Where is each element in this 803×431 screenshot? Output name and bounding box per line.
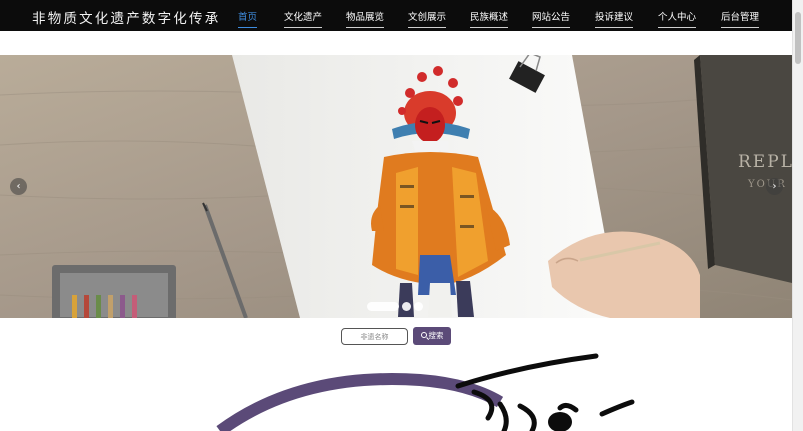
vertical-scrollbar[interactable] (792, 0, 803, 431)
search-button-label: 搜索 (428, 331, 444, 340)
pencil-tin (52, 265, 176, 318)
search-input[interactable] (341, 328, 408, 345)
nav-complaints[interactable]: 投诉建议 (595, 9, 634, 28)
top-navigation-bar: 非物质文化遗产数字化传承 首页 文化遗产 物品展览 文创展示 民族概述 网站公告… (0, 0, 792, 31)
nav-underline (595, 27, 634, 28)
nav-personal-center[interactable]: 个人中心 (658, 9, 697, 28)
carousel-prev-button[interactable]: ‹ (10, 178, 27, 195)
nav-underline (470, 27, 509, 28)
chevron-left-icon: ‹ (16, 181, 21, 192)
banner-carousel: REPL YOUR (0, 55, 792, 318)
nav-item-exhibition[interactable]: 物品展览 (346, 9, 385, 28)
site-title[interactable]: 非物质文化遗产数字化传承 (32, 7, 220, 27)
carousel-dot[interactable] (402, 302, 411, 311)
nav-ethnic-overview[interactable]: 民族概述 (470, 9, 509, 28)
carousel-dot[interactable] (414, 302, 423, 311)
nav-underline (284, 27, 323, 28)
chevron-right-icon: › (772, 181, 777, 192)
nav-creative-display[interactable]: 文创展示 (408, 9, 447, 28)
nav-underline (238, 27, 258, 28)
nav-home[interactable]: 首页 (238, 9, 258, 28)
carousel-dot-active[interactable] (367, 302, 399, 311)
nav-cultural-heritage[interactable]: 文化遗产 (284, 9, 323, 28)
decorative-illustration (216, 353, 635, 431)
nav-underline (658, 27, 697, 28)
nav-underline (532, 27, 571, 28)
book: REPL YOUR (694, 55, 792, 283)
nav-admin[interactable]: 后台管理 (721, 9, 760, 28)
book-title-text: REPL (738, 152, 792, 172)
nav-underline (346, 27, 385, 28)
nav-underline (721, 27, 760, 28)
banner-image: REPL YOUR (0, 55, 792, 318)
nav-underline (408, 27, 447, 28)
nav-announcements[interactable]: 网站公告 (532, 9, 571, 28)
carousel-next-button[interactable]: › (766, 178, 783, 195)
search-button[interactable]: 搜索 (413, 327, 451, 345)
search-icon (420, 332, 427, 338)
scrollbar-thumb[interactable] (795, 12, 801, 64)
